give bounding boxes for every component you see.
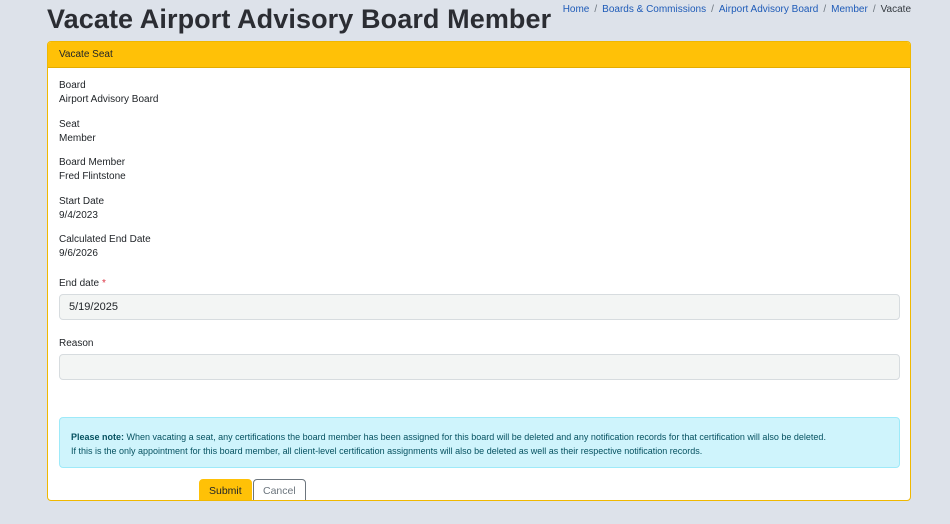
- reason-label: Reason: [59, 338, 94, 349]
- end-date-label: End date *: [59, 278, 106, 289]
- field-label: Calculated End Date: [59, 234, 151, 245]
- submit-button[interactable]: Submit: [199, 479, 252, 500]
- note-line-1: Please note: When vacating a seat, any c…: [71, 430, 888, 444]
- field-label: Start Date: [59, 196, 105, 207]
- breadcrumb-current: Vacate: [880, 4, 911, 15]
- end-date-input[interactable]: 5/19/2025: [59, 294, 900, 320]
- cancel-button[interactable]: Cancel: [253, 479, 306, 500]
- breadcrumb: Home / Boards & Commissions / Airport Ad…: [563, 4, 911, 15]
- breadcrumb-boards-commissions[interactable]: Boards & Commissions: [602, 4, 706, 15]
- reason-input[interactable]: [59, 354, 900, 380]
- end-date-label-text: End date: [59, 278, 100, 289]
- breadcrumb-home[interactable]: Home: [563, 4, 590, 15]
- page-title: Vacate Airport Advisory Board Member: [47, 4, 552, 34]
- field-seat: Seat Member: [59, 118, 96, 146]
- vacate-seat-card: Vacate Seat Board Airport Advisory Board…: [47, 41, 911, 501]
- card-header: Vacate Seat: [48, 42, 910, 68]
- field-value: 9/4/2023: [59, 210, 98, 221]
- field-value: Member: [59, 133, 96, 144]
- field-board: Board Airport Advisory Board: [59, 79, 159, 107]
- field-start-date: Start Date 9/4/2023: [59, 195, 104, 223]
- required-marker: *: [102, 278, 106, 289]
- field-value: Fred Flintstone: [59, 171, 126, 182]
- field-calculated-end-date: Calculated End Date 9/6/2026: [59, 233, 151, 261]
- field-label: Board: [59, 80, 86, 91]
- breadcrumb-member[interactable]: Member: [831, 4, 868, 15]
- field-value: 9/6/2026: [59, 248, 98, 259]
- note-text-1: When vacating a seat, any certifications…: [126, 432, 826, 442]
- note-text-2: If this is the only appointment for this…: [71, 446, 703, 456]
- field-value: Airport Advisory Board: [59, 94, 159, 105]
- breadcrumb-separator: /: [872, 4, 876, 15]
- breadcrumb-separator: /: [823, 4, 827, 15]
- note-bold: Please note:: [71, 432, 125, 442]
- breadcrumb-airport-advisory-board[interactable]: Airport Advisory Board: [719, 4, 819, 15]
- field-board-member: Board Member Fred Flintstone: [59, 156, 126, 184]
- field-label: Board Member: [59, 157, 126, 168]
- breadcrumb-separator: /: [711, 4, 714, 15]
- info-alert: Please note: When vacating a seat, any c…: [59, 417, 900, 468]
- breadcrumb-separator: /: [594, 4, 598, 15]
- field-label: Seat: [59, 119, 80, 130]
